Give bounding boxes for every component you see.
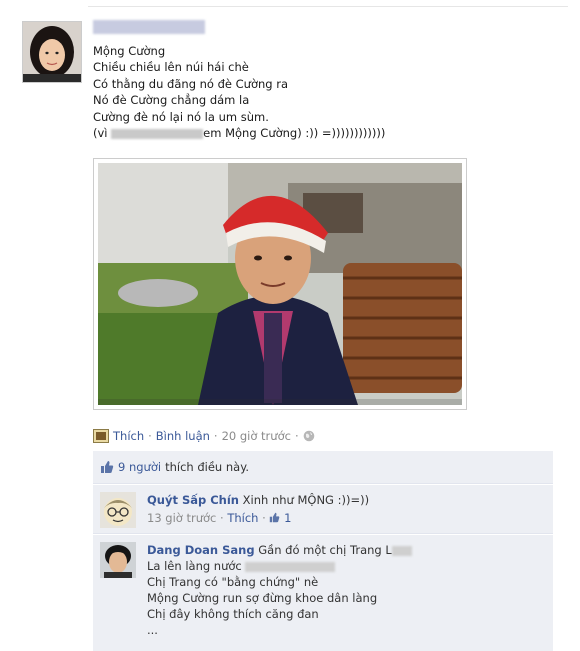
poster-avatar[interactable]	[22, 21, 82, 83]
post-line: Chiều chiều lên núi hái chè	[93, 60, 249, 75]
commenter-avatar[interactable]	[100, 492, 136, 528]
post-body: Mộng Cường Chiều chiều lên núi hái chè C…	[93, 43, 513, 141]
post-line: Mộng Cường	[93, 44, 166, 58]
separator: ·	[262, 511, 266, 525]
comment-like-link[interactable]: Thích	[227, 511, 258, 525]
redacted-text	[245, 561, 336, 572]
post-line: Có thằng du đãng nó đè Cường ra	[93, 76, 289, 91]
comment-author[interactable]: Dang Doan Sang	[147, 543, 255, 557]
comment-text-line: Mộng Cường run sợ đừng khoe dân làng	[147, 591, 378, 605]
comment-text-line: Chị đây không thích căng đan	[147, 607, 319, 621]
comment-text-line: Gần đó một chị Trang L	[258, 543, 392, 557]
separator: ·	[213, 429, 218, 443]
separator: ·	[148, 429, 152, 443]
comment-meta: 13 giờ trước · Thích · 1	[147, 510, 545, 526]
post-actions: Thích · Bình luận · 20 giờ trước ·	[93, 427, 315, 445]
likes-bar: 9 người thích điều này.	[93, 451, 553, 484]
likes-count-link[interactable]: 9 người	[118, 460, 161, 474]
commenter-avatar[interactable]	[100, 542, 136, 578]
photo-image	[98, 163, 462, 405]
globe-icon[interactable]	[303, 430, 315, 442]
like-link[interactable]: Thích	[113, 429, 144, 443]
thumbs-up-icon	[101, 461, 114, 473]
redacted-text	[391, 545, 412, 556]
comment-text-line: ...	[147, 623, 158, 637]
photo-album-icon	[93, 429, 109, 443]
comment-like-count[interactable]: 1	[284, 511, 291, 525]
separator: ·	[294, 429, 299, 443]
likes-text: thích điều này.	[165, 460, 250, 474]
poster-name-redacted	[93, 20, 205, 34]
commenter-avatar-image	[100, 492, 136, 528]
comment-item: Quýt Sấp Chín Xinh như MỘNG :))=)) 13 gi…	[93, 485, 553, 534]
comment-text-line: La lên làng nước	[147, 558, 545, 574]
comment-item: Dang Doan Sang Gần đó một chị Trang L La…	[93, 535, 553, 651]
comment-text: Xinh như MỘNG :))=))	[242, 493, 370, 507]
post-line: Nó đè Cường chẳng dám la	[93, 93, 250, 108]
separator: ·	[220, 511, 224, 525]
comment-body: Quýt Sấp Chín Xinh như MỘNG :))=)) 13 gi…	[147, 492, 545, 526]
poster-avatar-image	[23, 22, 81, 82]
comment-text-line: Chị Trang có "bằng chứng" nè	[147, 575, 319, 589]
thumbs-up-icon[interactable]	[269, 512, 280, 523]
post-line-last: (vì em Mộng Cường) :)) =))))))))))))	[93, 125, 513, 141]
post-line: Cường đè nó lại nó la um sùm.	[93, 109, 269, 124]
post-photo[interactable]	[93, 158, 467, 410]
comment-body: Dang Doan Sang Gần đó một chị Trang L La…	[147, 542, 545, 638]
post-line-prefix: (vì	[93, 126, 108, 141]
commenter-avatar-image	[100, 542, 136, 578]
comment-author[interactable]: Quýt Sấp Chín	[147, 493, 239, 507]
top-divider	[88, 6, 568, 7]
comment-link[interactable]: Bình luận	[156, 429, 210, 443]
comment-text-prefix: La lên làng nước	[147, 559, 242, 573]
redacted-text	[111, 128, 204, 139]
post-timestamp[interactable]: 20 giờ trước	[222, 429, 291, 443]
post-line-suffix: em Mộng Cường) :)) =))))))))))))	[203, 126, 386, 141]
comment-time[interactable]: 13 giờ trước	[147, 511, 216, 525]
